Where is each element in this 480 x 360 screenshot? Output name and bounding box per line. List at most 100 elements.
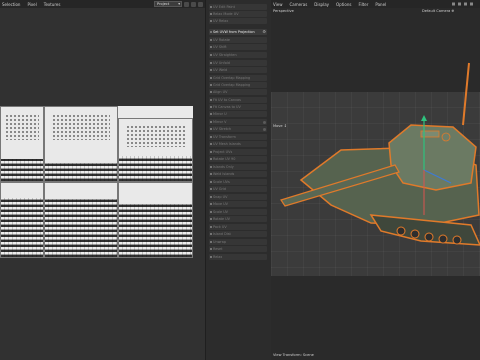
- tool-item[interactable]: Scale UV: [209, 209, 267, 215]
- tool-item[interactable]: Weld Islands: [209, 171, 267, 177]
- tool-item[interactable]: Fit Canvas to UV: [209, 104, 267, 110]
- tool-item[interactable]: UV Straighten: [209, 52, 267, 58]
- tool-item-label: Mirror U: [213, 112, 227, 116]
- tool-item[interactable]: Align UV: [209, 89, 267, 95]
- tool-item-label: Islands Only: [213, 165, 234, 169]
- tool-icon: [210, 84, 212, 86]
- menu-textures[interactable]: Textures: [44, 2, 61, 7]
- tool-item-label: Grid Overlap Mapping: [213, 83, 251, 87]
- tool-icon: [210, 256, 212, 258]
- tool-item[interactable]: Reset: [209, 246, 267, 252]
- gear-icon[interactable]: ⚙: [262, 29, 266, 35]
- tool-item[interactable]: Mirror V: [209, 119, 267, 125]
- tool-item-label: Relax Mode UV: [213, 12, 239, 16]
- uv-tools-list: UV Edit Paint Relax Mode UV UV Relax Set UV…: [205, 0, 271, 360]
- tool-item[interactable]: Snap UV: [209, 194, 267, 200]
- tool-icon: [210, 62, 212, 64]
- toggle-icon[interactable]: [263, 120, 266, 124]
- expand-icon[interactable]: [198, 1, 203, 7]
- tool-item[interactable]: UV Stretch: [209, 126, 267, 132]
- tool-item[interactable]: Grid Overlap Mapping: [209, 75, 267, 81]
- tool-item[interactable]: Set UVW from Projection ⚙: [209, 29, 267, 35]
- tool-item[interactable]: Fit UV to Canvas: [209, 97, 267, 103]
- tool-item[interactable]: Rotate UV: [209, 216, 267, 222]
- tool-item[interactable]: UV Unfold: [209, 60, 267, 66]
- tool-item[interactable]: Pack UV: [209, 224, 267, 230]
- toggle-icon[interactable]: [263, 127, 266, 131]
- tool-item-label: UV Weld: [213, 68, 228, 72]
- tool-item[interactable]: Islands Only: [209, 164, 267, 170]
- tool-item[interactable]: Island Dist: [209, 231, 267, 237]
- menu-filter[interactable]: Filter: [358, 2, 368, 7]
- tool-icon: [210, 181, 212, 183]
- tool-item-label: Grid Overlap Mapping: [213, 76, 251, 80]
- tool-icon: [210, 151, 212, 153]
- tool-item[interactable]: UV Rotate: [209, 37, 267, 43]
- tank-model[interactable]: [271, 55, 480, 260]
- menu-view[interactable]: View: [273, 2, 283, 7]
- lock-icon[interactable]: [184, 1, 189, 7]
- tool-item[interactable]: UV Mesh Islands: [209, 141, 267, 147]
- tool-item-label: Reset: [213, 247, 223, 251]
- layout-icon[interactable]: [191, 1, 196, 7]
- tool-item-label: Relax: [213, 255, 223, 259]
- tool-item-label: Scale UVs: [213, 180, 230, 184]
- chevron-down-icon: ▾: [178, 2, 180, 6]
- menu-display[interactable]: Display: [314, 2, 329, 7]
- tool-item-label: Rotate UV 90: [213, 157, 236, 161]
- view-name-label: Perspective: [273, 9, 294, 13]
- tool-item[interactable]: Move UV: [209, 201, 267, 207]
- cupola: [441, 132, 451, 142]
- tool-item[interactable]: Project UVs: [209, 149, 267, 155]
- tool-item[interactable]: UV Edit Paint: [209, 4, 267, 10]
- tool-item-label: Mirror V: [213, 120, 227, 124]
- tool-item-label: Snap UV: [213, 195, 228, 199]
- tool-item[interactable]: Scale UVs: [209, 179, 267, 185]
- menu-cameras[interactable]: Cameras: [290, 2, 308, 7]
- tool-icon: [210, 106, 212, 108]
- tool-item[interactable]: UV Weld: [209, 67, 267, 73]
- tool-item-label: UV Rotate: [213, 38, 230, 42]
- project-select[interactable]: Project ▾: [154, 1, 182, 7]
- tool-item-label: Pack UV: [213, 225, 227, 229]
- tool-icon: [210, 121, 212, 123]
- tool-icon: [210, 248, 212, 250]
- tool-icon: [210, 39, 212, 41]
- tool-item[interactable]: UV Transform: [209, 134, 267, 140]
- tool-item-label: Unwrap: [213, 240, 227, 244]
- menu-panel[interactable]: Panel: [375, 2, 386, 7]
- viewport-status: View Transform: Scene: [273, 353, 314, 357]
- tool-icon: [210, 128, 212, 130]
- uv-tile: [0, 182, 44, 258]
- tool-item-label: UV Straighten: [213, 53, 237, 57]
- tool-item[interactable]: Relax Mode UV: [209, 11, 267, 17]
- tool-item[interactable]: UV Grid: [209, 186, 267, 192]
- tool-item-label: UV Relax: [213, 19, 229, 23]
- tool-item[interactable]: Rotate UV 90: [209, 156, 267, 162]
- viewport-nav-icons[interactable]: [452, 2, 478, 6]
- tool-item[interactable]: Grid Overlap Mapping: [209, 82, 267, 88]
- tool-item[interactable]: UV Shift: [209, 44, 267, 50]
- menu-pixel[interactable]: Pixel: [27, 2, 36, 7]
- tool-item-label: UV Mesh Islands: [213, 142, 241, 146]
- tool-icon: [210, 173, 212, 175]
- tank-antenna: [462, 62, 470, 126]
- tool-item-label: Align UV: [213, 90, 228, 94]
- camera-icon: ⊕: [451, 9, 455, 13]
- tool-item[interactable]: Relax: [209, 254, 267, 260]
- tool-item-label: Fit UV to Canvas: [213, 98, 241, 102]
- tool-icon: [210, 203, 212, 205]
- tool-icon: [210, 158, 212, 160]
- tool-icon: [210, 218, 212, 220]
- tool-item[interactable]: UV Relax: [209, 18, 267, 24]
- tool-item-label: Fit Canvas to UV: [213, 105, 241, 109]
- tool-item[interactable]: Unwrap: [209, 239, 267, 245]
- tool-icon: [210, 69, 212, 71]
- menu-selection[interactable]: Selection: [2, 2, 20, 7]
- viewport-menubar: View Cameras Display Options Filter Pane…: [271, 0, 480, 8]
- tool-item[interactable]: Mirror U: [209, 111, 267, 117]
- tool-item-label: UV Unfold: [213, 61, 230, 65]
- tool-item-label: Rotate UV: [213, 217, 230, 221]
- menu-options[interactable]: Options: [336, 2, 351, 7]
- uv-texture-canvas[interactable]: [0, 106, 193, 258]
